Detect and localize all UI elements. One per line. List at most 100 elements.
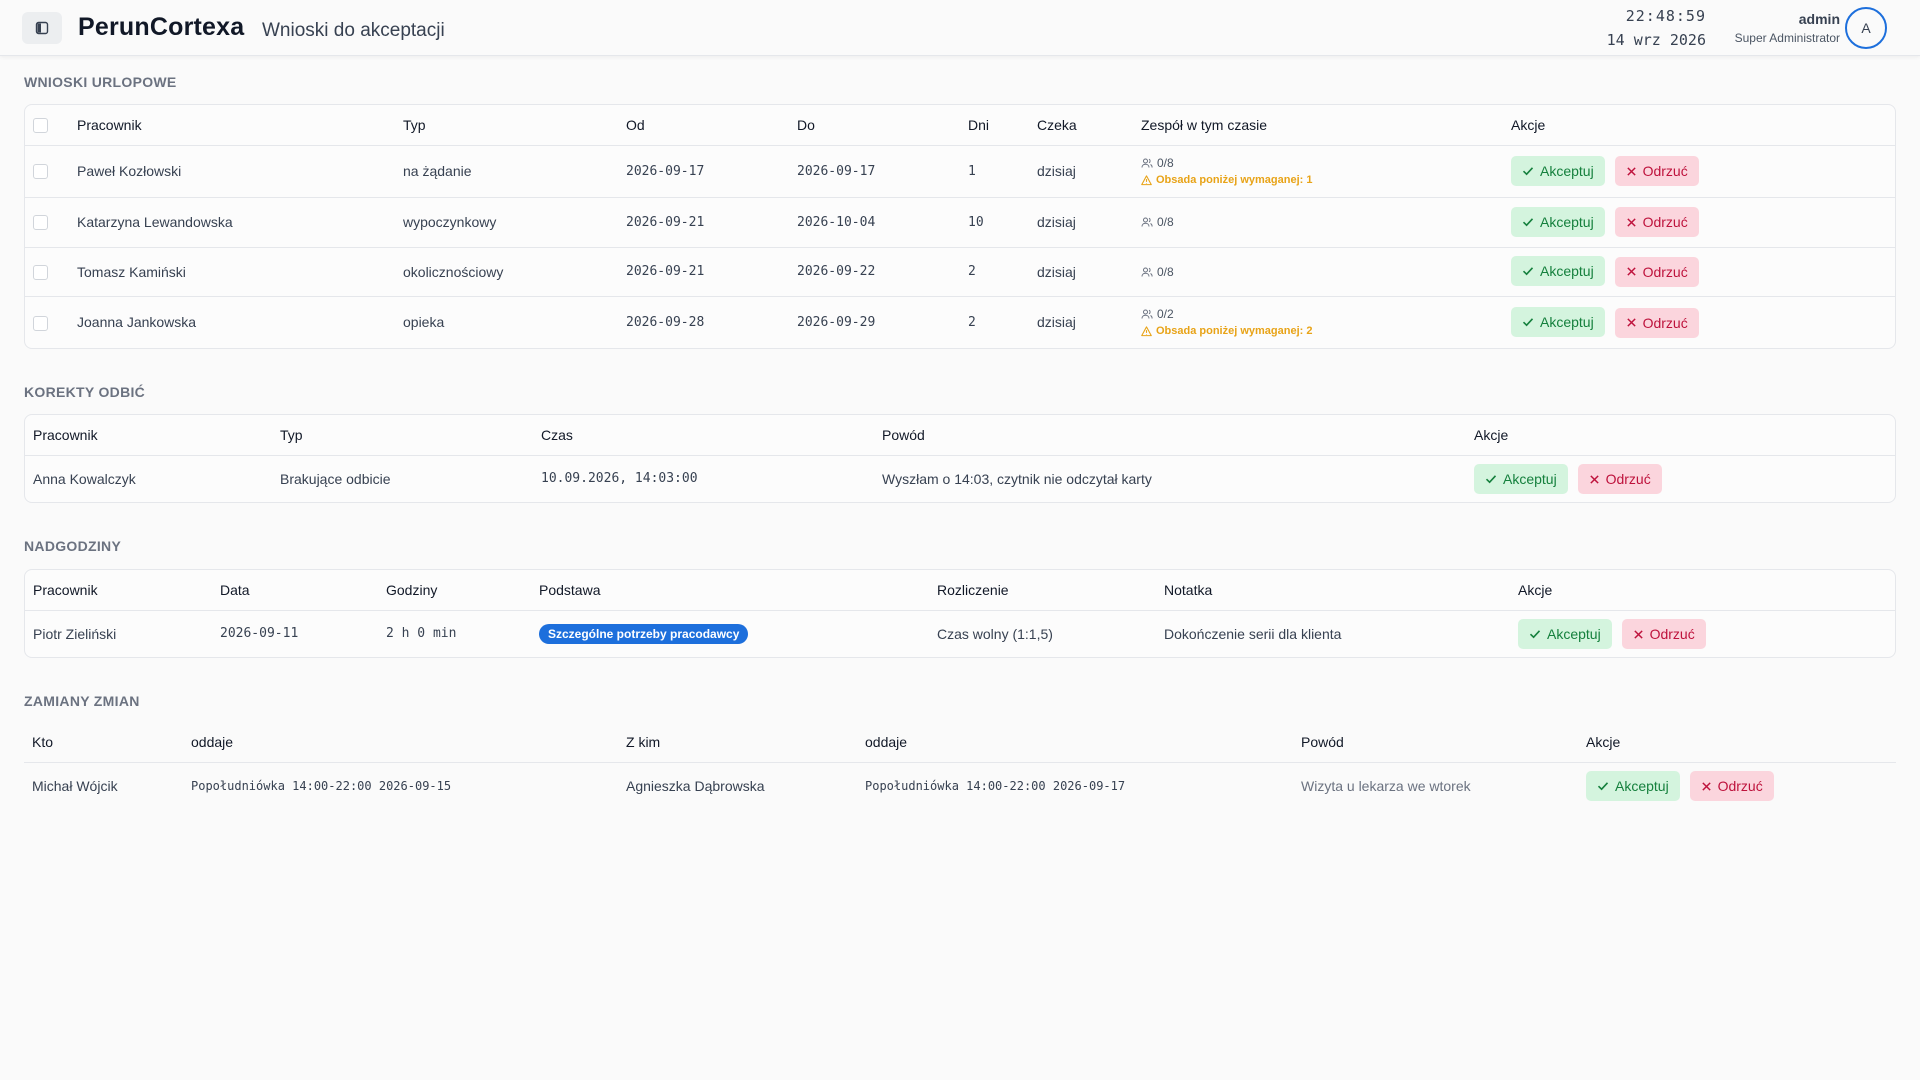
row-checkbox[interactable] <box>33 315 48 331</box>
leave-table-header: Pracownik Typ Od Do Dni Czeka Zespół w t… <box>25 105 1895 145</box>
reject-button[interactable]: Odrzuć <box>1614 256 1699 287</box>
correction-type: Brakujące odbicie <box>280 470 391 487</box>
employee-name: Joanna Jankowska <box>77 314 197 331</box>
sidebar-toggle-button[interactable] <box>22 12 62 44</box>
clock: 22:48:59 14 wrz 2026 <box>1607 7 1706 49</box>
swaps-table: Kto oddaje Z kim oddaje Powód Akcje Mich… <box>24 722 1896 809</box>
column-header: Akcje <box>1474 426 1509 443</box>
swap-requester: Michał Wójcik <box>32 777 118 794</box>
swaps-section-title: ZAMIANY ZMIAN <box>24 693 140 709</box>
leave-section-title: WNIOSKI URLOPOWE <box>24 74 177 90</box>
user-role: Super Administrator <box>1734 31 1840 45</box>
accept-button[interactable]: Akceptuj <box>1518 618 1612 649</box>
accept-button[interactable]: Akceptuj <box>1511 206 1605 237</box>
reject-button[interactable]: Odrzuć <box>1614 207 1699 238</box>
column-header: Od <box>626 116 645 133</box>
sidebar-toggle-icon <box>35 21 49 35</box>
row-checkbox[interactable] <box>33 164 48 180</box>
avatar[interactable]: A <box>1845 7 1887 49</box>
column-header: Kto <box>32 733 54 750</box>
team-count: 0/8 <box>1157 156 1174 170</box>
accept-button[interactable]: Akceptuj <box>1474 463 1568 494</box>
corrections-table-card: Pracownik Typ Czas Powód Akcje Anna Kowa… <box>24 414 1896 503</box>
warning-icon <box>1141 174 1152 185</box>
close-icon <box>1626 267 1636 276</box>
corrections-table-header: Pracownik Typ Czas Powód Akcje <box>25 415 1895 455</box>
column-header: Z kim <box>626 733 661 750</box>
check-icon <box>1522 267 1534 276</box>
column-header: Powód <box>1301 733 1344 750</box>
waiting-since: dzisiaj <box>1037 314 1076 331</box>
top-bar: PerunCortexa Wnioski do akceptacji 22:48… <box>0 0 1920 56</box>
leave-table-card: Pracownik Typ Od Do Dni Czeka Zespół w t… <box>24 104 1896 349</box>
date-to: 2026-09-17 <box>797 163 876 179</box>
column-header: oddaje <box>191 733 234 750</box>
corrections-table: Pracownik Typ Czas Powód Akcje Anna Kowa… <box>25 415 1895 502</box>
row-checkbox[interactable] <box>33 215 48 231</box>
reject-button[interactable]: Odrzuć <box>1621 619 1706 649</box>
user-name: admin <box>1798 11 1840 27</box>
accept-button[interactable]: Akceptuj <box>1511 256 1605 287</box>
column-header: Akcje <box>1586 733 1621 750</box>
corrections-section-title: KOREKTY ODBIĆ <box>24 384 146 400</box>
table-row: Anna Kowalczyk Brakujące odbicie 10.09.2… <box>25 455 1895 502</box>
select-all-checkbox[interactable] <box>33 118 48 134</box>
users-icon <box>1141 217 1153 227</box>
clock-date: 14 wrz 2026 <box>1606 31 1706 49</box>
row-checkbox[interactable] <box>33 264 48 280</box>
user-info: admin Super Administrator <box>1735 11 1840 45</box>
check-icon <box>1529 629 1541 638</box>
basis-badge: Szczególne potrzeby pracodawcy <box>539 623 749 644</box>
close-icon <box>1626 167 1636 176</box>
leave-type: na żądanie <box>403 163 472 179</box>
date-from: 2026-09-21 <box>626 214 705 230</box>
overtime-hours: 2 h 0 min <box>386 626 457 642</box>
swap-partner: Agnieszka Dąbrowska <box>626 777 765 794</box>
leave-type: wypoczynkowy <box>403 214 497 230</box>
swaps-table-card: Kto oddaje Z kim oddaje Powód Akcje Mich… <box>24 722 1896 809</box>
close-icon <box>1589 474 1599 484</box>
days-count: 2 <box>968 314 976 330</box>
team-count: 0/8 <box>1157 264 1174 279</box>
column-header: oddaje <box>865 733 908 750</box>
column-header: Typ <box>403 116 426 133</box>
check-icon <box>1522 218 1534 227</box>
column-header: Typ <box>280 426 303 443</box>
column-header: Dni <box>968 116 990 133</box>
app-title: PerunCortexa <box>78 13 245 41</box>
team-count: 0/2 <box>1157 307 1174 322</box>
accept-button[interactable]: Akceptuj <box>1511 155 1605 186</box>
column-header: Akcje <box>1518 581 1553 598</box>
reject-button[interactable]: Odrzuć <box>1614 307 1699 338</box>
settlement: Czas wolny (1:1,5) <box>937 625 1053 642</box>
close-icon <box>1633 629 1643 639</box>
swaps-table-header: Kto oddaje Z kim oddaje Powód Akcje <box>24 722 1896 762</box>
accept-button[interactable]: Akceptuj <box>1586 770 1680 801</box>
employee-name: Paweł Kozłowski <box>77 163 182 179</box>
reject-button[interactable]: Odrzuć <box>1689 771 1774 801</box>
close-icon <box>1626 218 1636 227</box>
team-availability: 0/8 Obsada poniżej wymaganej: 1 <box>1133 145 1503 197</box>
table-row: Paweł Kozłowski na żądanie 2026-09-17 20… <box>25 145 1895 197</box>
table-row: Piotr Zieliński 2026-09-11 2 h 0 min Szc… <box>25 610 1895 657</box>
days-count: 10 <box>968 214 984 230</box>
column-header: Godziny <box>386 581 438 598</box>
column-header: Pracownik <box>77 116 142 133</box>
employee-name: Katarzyna Lewandowska <box>77 214 233 230</box>
waiting-since: dzisiaj <box>1037 263 1076 280</box>
reject-button[interactable]: Odrzuć <box>1577 464 1662 494</box>
accept-button[interactable]: Akceptuj <box>1511 307 1605 337</box>
table-row: Michał Wójcik Popołudniówka 14:00-22:00 … <box>24 762 1896 809</box>
leave-table: Pracownik Typ Od Do Dni Czeka Zespół w t… <box>25 105 1895 348</box>
leave-type: opieka <box>403 314 445 331</box>
date-from: 2026-09-17 <box>626 163 705 179</box>
swap-gives-shift: Popołudniówka 14:00-22:00 2026-09-15 <box>191 778 452 793</box>
team-availability: 0/2 Obsada poniżej wymaganej: 2 <box>1133 296 1503 348</box>
leave-type: okolicznościowy <box>403 263 504 280</box>
clock-time: 22:48:59 <box>1625 7 1706 25</box>
correction-time: 10.09.2026, 14:03:00 <box>541 471 698 487</box>
users-icon <box>1141 267 1153 277</box>
overtime-table-card: Pracownik Data Godziny Podstawa Rozlicze… <box>24 569 1896 658</box>
check-icon <box>1485 474 1497 483</box>
reject-button[interactable]: Odrzuć <box>1614 156 1699 187</box>
